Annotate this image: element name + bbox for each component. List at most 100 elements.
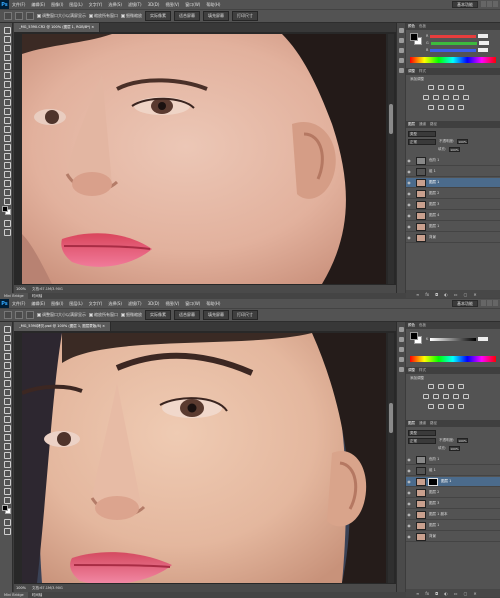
levels-icon[interactable] — [438, 384, 444, 389]
actual-pixels-button[interactable]: 实际像素 — [145, 310, 171, 320]
eye-icon[interactable]: ◉ — [406, 200, 412, 210]
vibrance-icon[interactable] — [423, 95, 429, 100]
exposure-icon[interactable] — [458, 85, 464, 90]
checkbox[interactable] — [37, 14, 41, 18]
zoom-out-icon[interactable] — [26, 12, 34, 20]
type-tool-icon[interactable] — [2, 161, 11, 169]
character-icon[interactable] — [398, 356, 405, 363]
menu-image[interactable]: 图像(I) — [48, 301, 66, 307]
type-tool-icon[interactable] — [2, 460, 11, 468]
g-track[interactable] — [430, 41, 477, 45]
tab-styles[interactable]: 样式 — [419, 69, 426, 74]
minimize-button[interactable] — [481, 1, 486, 7]
foreground-swatch[interactable] — [2, 505, 8, 511]
checkbox[interactable] — [121, 14, 125, 18]
layer-row[interactable]: ◉ 组 1 — [406, 167, 500, 177]
menu-select[interactable]: 选择(S) — [105, 2, 125, 8]
tab-channels[interactable]: 通道 — [419, 122, 426, 127]
color-balance-icon[interactable] — [443, 95, 449, 100]
layer-mask-thumbnail[interactable] — [428, 477, 438, 486]
tab-adjustments[interactable]: 调整 — [408, 368, 415, 373]
resize-windows-option[interactable]: 调整窗口大小以满屏显示 — [37, 13, 86, 19]
opacity-input[interactable]: 100% — [457, 139, 469, 144]
menu-layer[interactable]: 图层(L) — [66, 301, 85, 307]
actual-pixels-button[interactable]: 实际像素 — [145, 11, 171, 21]
menu-filter[interactable]: 滤镜(T) — [125, 301, 145, 307]
shape-tool-icon[interactable] — [2, 179, 11, 187]
crop-tool-icon[interactable] — [2, 361, 11, 369]
add-mask-icon[interactable]: ◘ — [435, 292, 438, 297]
paragraph-icon[interactable] — [398, 366, 405, 373]
layer-row[interactable]: ◉ 图层 1 — [406, 521, 500, 531]
print-size-button[interactable]: 打印尺寸 — [232, 11, 258, 21]
timeline-tab[interactable]: 时间轴 — [27, 592, 47, 598]
pen-tool-icon[interactable] — [2, 451, 11, 459]
fx-icon[interactable]: fx — [425, 292, 429, 297]
zoom-tool-icon[interactable] — [2, 496, 11, 504]
gradient-tool-icon[interactable] — [2, 424, 11, 432]
properties-icon[interactable] — [398, 37, 405, 44]
workspace-button[interactable]: 基本功能 — [452, 1, 478, 8]
menu-help[interactable]: 帮助(H) — [203, 2, 223, 8]
zoom-tool-icon[interactable] — [4, 311, 12, 319]
zoom-level[interactable]: 100% — [16, 287, 26, 291]
layer-row[interactable]: ◉ 背景 — [406, 233, 500, 243]
new-group-icon[interactable]: ▭ — [454, 292, 458, 297]
eye-icon[interactable]: ◉ — [406, 532, 412, 542]
gradient-tool-icon[interactable] — [2, 125, 11, 133]
resize-windows-option[interactable]: 调整窗口大小以满屏显示 — [37, 312, 86, 318]
eyedropper-tool-icon[interactable] — [2, 370, 11, 378]
b-value[interactable] — [478, 48, 489, 52]
menu-file[interactable]: 文件(F) — [9, 2, 28, 8]
history-brush-tool-icon[interactable] — [2, 406, 11, 414]
blur-tool-icon[interactable] — [2, 134, 11, 142]
curves-icon[interactable] — [448, 85, 454, 90]
document-tab[interactable]: _MG_5390拷贝.psd @ 100% (图层 1, 图层蒙版/8) × — [14, 322, 112, 331]
eye-icon[interactable]: ◉ — [406, 477, 412, 487]
zoom-in-icon[interactable] — [15, 12, 23, 20]
eyedropper-tool-icon[interactable] — [2, 71, 11, 79]
menu-view[interactable]: 视图(V) — [162, 2, 182, 8]
marquee-tool-icon[interactable] — [2, 334, 11, 342]
threshold-icon[interactable] — [448, 105, 454, 110]
layer-row[interactable]: ◉ 图层 2 — [406, 488, 500, 498]
brightness-icon[interactable] — [428, 384, 434, 389]
tab-layers[interactable]: 图层 — [408, 421, 415, 426]
tab-swatches[interactable]: 色板 — [419, 323, 426, 328]
menu-type[interactable]: 文字(Y) — [86, 301, 106, 307]
checkbox[interactable] — [89, 313, 93, 317]
slider-b[interactable]: B — [426, 48, 489, 52]
tab-color[interactable]: 颜色 — [408, 323, 415, 328]
menu-window[interactable]: 窗口(W) — [182, 2, 203, 8]
hue-sat-icon[interactable] — [433, 95, 439, 100]
layer-row[interactable]: ◉ 图层 4 — [406, 211, 500, 221]
workspace-button[interactable]: 基本功能 — [452, 300, 478, 307]
layer-filter-select[interactable]: 类型 — [408, 130, 436, 137]
lasso-tool-icon[interactable] — [2, 343, 11, 351]
menu-window[interactable]: 窗口(W) — [182, 301, 203, 307]
link-layers-icon[interactable]: ∞ — [416, 292, 419, 297]
tab-color[interactable]: 颜色 — [408, 24, 415, 29]
vibrance-icon[interactable] — [423, 394, 429, 399]
doc-info[interactable]: 文档:67.1M/3.90G — [32, 586, 63, 591]
eraser-tool-icon[interactable] — [2, 116, 11, 124]
blend-mode-select[interactable]: 正常 — [408, 138, 436, 145]
eye-icon[interactable]: ◉ — [406, 488, 412, 498]
eye-icon[interactable]: ◉ — [406, 466, 412, 476]
exposure-icon[interactable] — [458, 384, 464, 389]
dodge-tool-icon[interactable] — [2, 442, 11, 450]
brush-tool-icon[interactable] — [2, 388, 11, 396]
checkbox[interactable] — [37, 313, 41, 317]
image-canvas[interactable] — [22, 34, 386, 284]
posterize-icon[interactable] — [438, 404, 444, 409]
tab-paths[interactable]: 路径 — [430, 421, 437, 426]
shape-tool-icon[interactable] — [2, 478, 11, 486]
eye-icon[interactable]: ◉ — [406, 211, 412, 221]
k-track[interactable] — [430, 337, 477, 341]
menu-view[interactable]: 视图(V) — [162, 301, 182, 307]
healing-tool-icon[interactable] — [2, 80, 11, 88]
hue-sat-icon[interactable] — [433, 394, 439, 399]
zoom-level[interactable]: 100% — [16, 586, 26, 590]
layer-row[interactable]: ◉ 色阶 1 — [406, 455, 500, 465]
fill-input[interactable]: 100% — [449, 147, 461, 152]
